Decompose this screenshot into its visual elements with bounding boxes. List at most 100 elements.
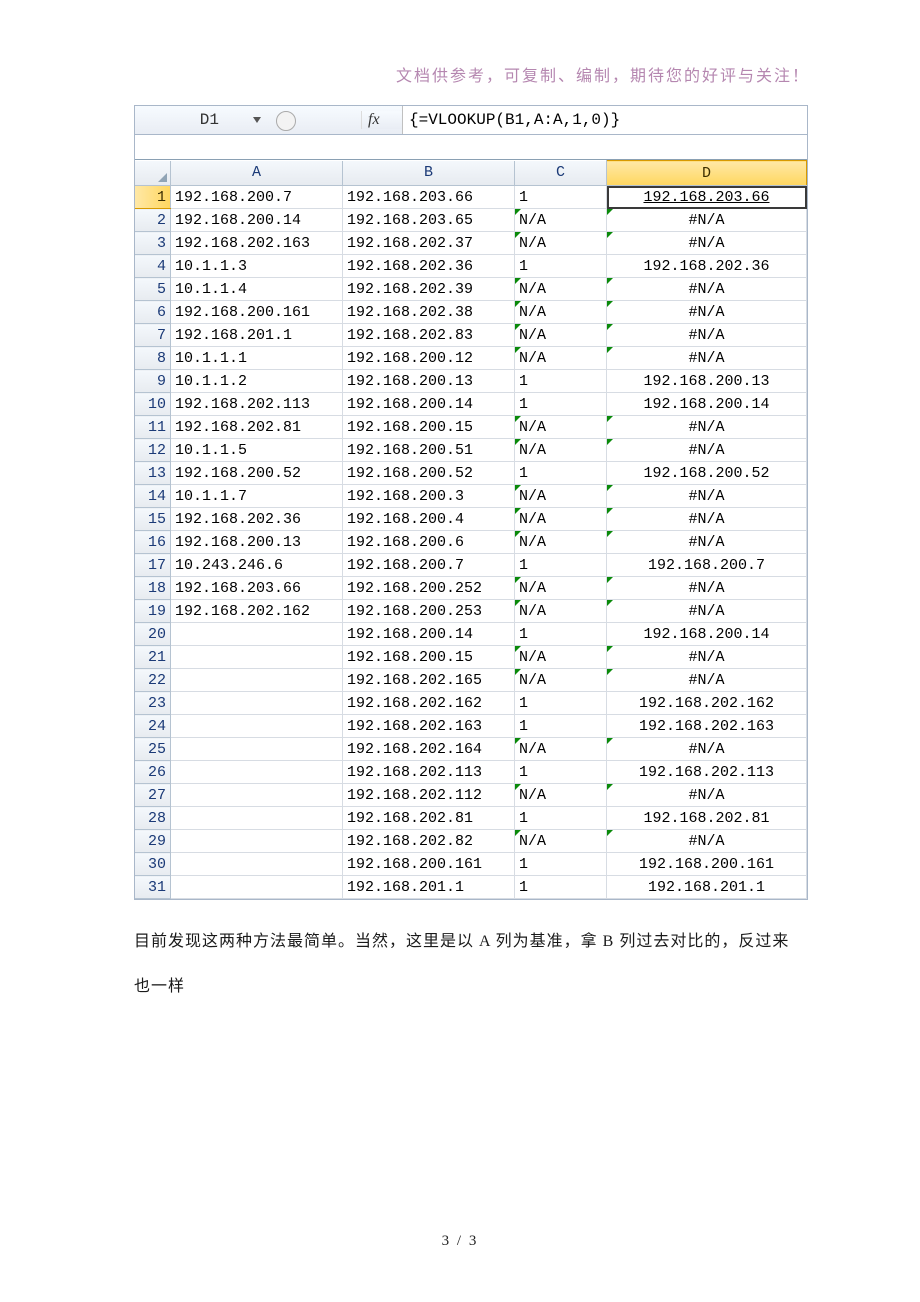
cell-b[interactable]: 192.168.202.165	[343, 669, 515, 692]
cell-d[interactable]: #N/A	[607, 600, 807, 623]
cell-d[interactable]: #N/A	[607, 278, 807, 301]
cell-c[interactable]: N/A	[515, 508, 607, 531]
cell-a[interactable]: 192.168.200.13	[171, 531, 343, 554]
cell-d[interactable]: 192.168.203.66	[607, 186, 807, 209]
row-header[interactable]: 12	[135, 439, 171, 462]
cell-a[interactable]: 10.243.246.6	[171, 554, 343, 577]
cell-d[interactable]: 192.168.200.14	[607, 623, 807, 646]
cell-b[interactable]: 192.168.200.14	[343, 393, 515, 416]
cell-d[interactable]: #N/A	[607, 301, 807, 324]
cell-c[interactable]: N/A	[515, 301, 607, 324]
col-header-b[interactable]: B	[343, 161, 515, 186]
cell-b[interactable]: 192.168.200.13	[343, 370, 515, 393]
cell-b[interactable]: 192.168.202.163	[343, 715, 515, 738]
cell-c[interactable]: N/A	[515, 324, 607, 347]
row-header[interactable]: 26	[135, 761, 171, 784]
cell-b[interactable]: 192.168.201.1	[343, 876, 515, 899]
row-header[interactable]: 21	[135, 646, 171, 669]
cell-d[interactable]: 192.168.202.163	[607, 715, 807, 738]
row-header[interactable]: 28	[135, 807, 171, 830]
cell-a[interactable]: 192.168.201.1	[171, 324, 343, 347]
cell-c[interactable]: N/A	[515, 278, 607, 301]
chevron-down-icon[interactable]	[253, 117, 261, 123]
cell-a[interactable]	[171, 761, 343, 784]
name-box[interactable]: D1	[135, 110, 361, 130]
cell-c[interactable]: 1	[515, 462, 607, 485]
cell-b[interactable]: 192.168.202.36	[343, 255, 515, 278]
row-header[interactable]: 10	[135, 393, 171, 416]
cell-a[interactable]: 192.168.202.163	[171, 232, 343, 255]
cell-c[interactable]: N/A	[515, 416, 607, 439]
cell-a[interactable]: 10.1.1.3	[171, 255, 343, 278]
row-header[interactable]: 15	[135, 508, 171, 531]
cell-b[interactable]: 192.168.202.112	[343, 784, 515, 807]
cell-a[interactable]: 192.168.200.14	[171, 209, 343, 232]
row-header[interactable]: 2	[135, 209, 171, 232]
row-header[interactable]: 7	[135, 324, 171, 347]
cell-b[interactable]: 192.168.200.4	[343, 508, 515, 531]
cell-a[interactable]	[171, 669, 343, 692]
cell-d[interactable]: 192.168.200.161	[607, 853, 807, 876]
cell-c[interactable]: N/A	[515, 209, 607, 232]
cell-a[interactable]	[171, 623, 343, 646]
cell-a[interactable]: 10.1.1.4	[171, 278, 343, 301]
cell-d[interactable]: 192.168.202.81	[607, 807, 807, 830]
cell-d[interactable]: #N/A	[607, 738, 807, 761]
cell-d[interactable]: #N/A	[607, 577, 807, 600]
cell-c[interactable]: N/A	[515, 738, 607, 761]
cell-d[interactable]: #N/A	[607, 209, 807, 232]
row-header[interactable]: 11	[135, 416, 171, 439]
cell-c[interactable]: N/A	[515, 830, 607, 853]
cell-c[interactable]: 1	[515, 393, 607, 416]
cell-b[interactable]: 192.168.202.82	[343, 830, 515, 853]
cell-a[interactable]	[171, 646, 343, 669]
cell-d[interactable]: 192.168.202.36	[607, 255, 807, 278]
row-header[interactable]: 22	[135, 669, 171, 692]
row-header[interactable]: 30	[135, 853, 171, 876]
row-header[interactable]: 4	[135, 255, 171, 278]
row-header[interactable]: 9	[135, 370, 171, 393]
row-header[interactable]: 1	[135, 186, 171, 209]
cell-d[interactable]: #N/A	[607, 669, 807, 692]
cell-b[interactable]: 192.168.200.15	[343, 416, 515, 439]
cell-b[interactable]: 192.168.200.15	[343, 646, 515, 669]
cell-d[interactable]: #N/A	[607, 347, 807, 370]
cell-b[interactable]: 192.168.200.12	[343, 347, 515, 370]
col-header-d[interactable]: D	[607, 161, 807, 186]
cell-b[interactable]: 192.168.200.14	[343, 623, 515, 646]
cell-c[interactable]: N/A	[515, 347, 607, 370]
row-header[interactable]: 5	[135, 278, 171, 301]
row-header[interactable]: 31	[135, 876, 171, 899]
cell-d[interactable]: 192.168.200.52	[607, 462, 807, 485]
cell-c[interactable]: N/A	[515, 232, 607, 255]
row-header[interactable]: 18	[135, 577, 171, 600]
cell-b[interactable]: 192.168.202.162	[343, 692, 515, 715]
cell-d[interactable]: 192.168.200.13	[607, 370, 807, 393]
cell-c[interactable]: N/A	[515, 577, 607, 600]
cell-d[interactable]: 192.168.202.113	[607, 761, 807, 784]
cell-c[interactable]: 1	[515, 715, 607, 738]
cell-a[interactable]	[171, 830, 343, 853]
row-header[interactable]: 24	[135, 715, 171, 738]
cell-c[interactable]: 1	[515, 692, 607, 715]
cell-c[interactable]: 1	[515, 370, 607, 393]
cell-a[interactable]: 10.1.1.1	[171, 347, 343, 370]
cell-a[interactable]: 192.168.203.66	[171, 577, 343, 600]
cell-b[interactable]: 192.168.202.113	[343, 761, 515, 784]
col-header-c[interactable]: C	[515, 161, 607, 186]
cell-a[interactable]: 192.168.200.161	[171, 301, 343, 324]
cell-c[interactable]: N/A	[515, 600, 607, 623]
row-header[interactable]: 27	[135, 784, 171, 807]
cell-c[interactable]: N/A	[515, 439, 607, 462]
row-header[interactable]: 6	[135, 301, 171, 324]
cell-d[interactable]: 192.168.202.162	[607, 692, 807, 715]
cell-c[interactable]: N/A	[515, 669, 607, 692]
cell-d[interactable]: #N/A	[607, 646, 807, 669]
cell-a[interactable]: 10.1.1.2	[171, 370, 343, 393]
cell-b[interactable]: 192.168.200.7	[343, 554, 515, 577]
cell-b[interactable]: 192.168.203.66	[343, 186, 515, 209]
cell-a[interactable]: 192.168.200.7	[171, 186, 343, 209]
cell-d[interactable]: #N/A	[607, 830, 807, 853]
cell-a[interactable]	[171, 715, 343, 738]
row-header[interactable]: 19	[135, 600, 171, 623]
